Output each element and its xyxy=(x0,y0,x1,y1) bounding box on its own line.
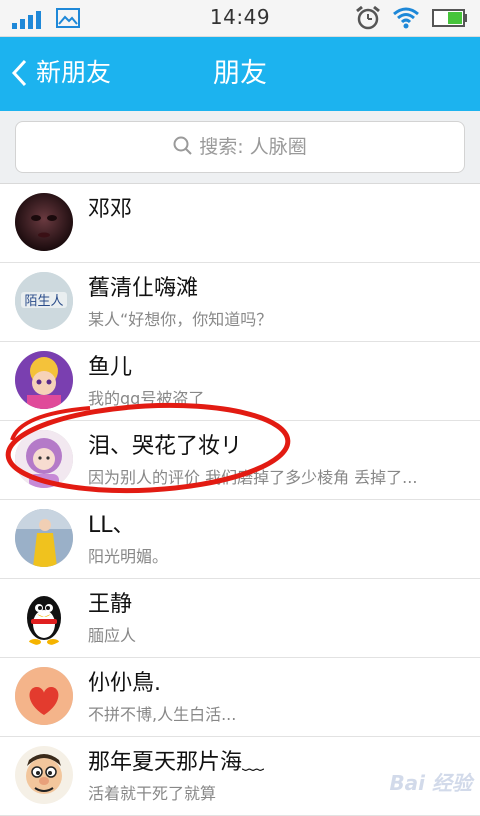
wifi-icon xyxy=(393,7,419,29)
friend-status: 腼应人 xyxy=(88,626,137,645)
battery-icon xyxy=(432,9,467,27)
friend-name: 王静 xyxy=(88,592,133,617)
avatar xyxy=(15,746,73,804)
avatar xyxy=(15,667,73,725)
friend-name: 泪、哭花了妆リ xyxy=(88,434,243,459)
friend-name: 鱼儿 xyxy=(88,355,133,380)
search-placeholder: 搜索: 人脉圈 xyxy=(199,136,307,158)
friend-row[interactable]: LL、 阳光明媚。 xyxy=(0,500,480,579)
friend-name: 舊清仩嗨滩 xyxy=(88,276,199,301)
avatar xyxy=(15,430,73,488)
avatar: 陌生人 xyxy=(15,272,73,330)
title-bar: 新朋友 朋友 xyxy=(0,37,480,111)
avatar xyxy=(15,193,73,251)
friend-row[interactable]: 仦仦鳥. 不拼不博,人生白活... xyxy=(0,658,480,737)
friend-row[interactable]: 泪、哭花了妆リ 因为别人的评价 我们磨掉了多少棱角 丢掉了... xyxy=(0,421,480,500)
back-button-label: 新朋友 xyxy=(36,58,112,87)
avatar xyxy=(15,588,73,646)
friend-row[interactable]: 鱼儿 我的qq号被盗了 xyxy=(0,342,480,421)
watermark: Bai 经验 xyxy=(389,771,472,795)
svg-text:陌生人: 陌生人 xyxy=(24,294,63,309)
friend-row[interactable]: 王静 腼应人 xyxy=(0,579,480,658)
friend-name: 邓邓 xyxy=(88,197,133,222)
avatar xyxy=(15,351,73,409)
avatar xyxy=(15,509,73,567)
friend-status: 阳光明媚。 xyxy=(88,547,169,566)
search-placeholder-row: 搜索: 人脉圈 xyxy=(16,134,464,160)
friend-row[interactable]: 陌生人 舊清仩嗨滩 某人“好想你，你知道吗？ xyxy=(0,263,480,342)
friend-name: 仦仦鳥. xyxy=(88,671,161,696)
alarm-icon xyxy=(356,5,380,30)
status-bar: 14:49 xyxy=(0,0,480,37)
friend-name: LL、 xyxy=(88,513,135,538)
friend-status: 因为别人的评价 我们磨掉了多少棱角 丢掉了... xyxy=(88,468,418,487)
friend-status: 不拼不博,人生白活... xyxy=(88,705,237,724)
friend-status: 某人“好想你，你知道吗？ xyxy=(88,310,273,329)
friend-list: 邓邓 陌生人 舊清仩嗨滩 某人“好想你，你知道吗？ 鱼儿 我的qq号被盗了 泪、… xyxy=(0,184,480,816)
friend-status: 活着就干死了就算 xyxy=(88,784,217,803)
search-area: 搜索: 人脉圈 xyxy=(0,111,480,184)
friend-row[interactable]: 邓邓 xyxy=(0,184,480,263)
chevron-left-icon xyxy=(11,59,27,87)
search-input[interactable]: 搜索: 人脉圈 xyxy=(15,121,465,173)
friend-status: 我的qq号被盗了 xyxy=(88,389,205,408)
friend-name: 那年夏天那片海﹏ xyxy=(88,750,265,775)
search-icon xyxy=(173,136,192,155)
